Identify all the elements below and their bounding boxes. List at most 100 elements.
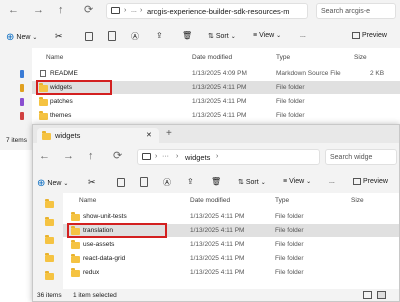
cut-icon[interactable]: ✂ [55,31,63,42]
chevron-right-icon: › [140,7,143,14]
address-bar[interactable]: › ... › arcgis-experience-builder-sdk-re… [106,3,308,19]
more-options-button[interactable]: ... [300,32,306,39]
highlight-box [36,80,112,95]
column-date[interactable]: Date modified [192,54,232,61]
item-type: File folder [275,213,304,220]
list-item[interactable]: show-unit-tests 1/13/2025 4:11 PM File f… [63,210,399,223]
markdown-file-icon [40,70,46,77]
paste-icon[interactable] [140,177,148,187]
status-item-count: 7 items [6,137,27,144]
rename-icon[interactable]: Ⓐ [131,31,139,42]
address-overflow[interactable]: ··· [162,153,169,160]
sort-label: Sort [215,32,229,40]
folder-icon[interactable] [45,217,54,226]
item-name: use-assets [83,241,115,248]
search-placeholder: Search widge [330,154,373,161]
column-size[interactable]: Size [354,54,367,61]
chevron-right-icon: › [176,153,179,160]
chevron-down-icon: ⌄ [260,179,266,186]
chevron-down-icon: ⌄ [306,179,312,185]
forward-button[interactable]: → [63,151,74,162]
column-date[interactable]: Date modified [190,197,230,204]
new-tab-button[interactable]: + [166,128,172,139]
up-button[interactable]: ↑ [88,151,94,162]
close-icon[interactable]: ✕ [146,131,152,139]
sidebar-icon[interactable] [20,98,24,106]
list-item[interactable]: use-assets 1/13/2025 4:11 PM File folder [63,238,399,251]
status-item-count: 36 items [37,292,62,299]
share-icon[interactable]: ⇪ [187,177,194,186]
view-icon: ≡ [253,32,258,39]
list-item[interactable]: patches 1/13/2025 4:11 PM File folder [32,95,400,108]
folder-icon[interactable] [45,235,54,244]
address-overflow[interactable]: ... [131,7,137,14]
list-item[interactable]: redux 1/13/2025 4:11 PM File folder [63,266,399,279]
delete-icon[interactable]: 🗑 [182,31,192,40]
search-placeholder: Search arcgis-e [321,8,371,15]
item-date: 1/13/2025 4:11 PM [192,98,247,105]
search-input[interactable]: Search widge [325,149,397,165]
address-bar[interactable]: › ··· › widgets › [137,149,320,165]
column-name[interactable]: Name [46,54,63,61]
column-size[interactable]: Size [351,197,364,204]
folder-icon[interactable] [45,253,54,262]
share-icon[interactable]: ⇪ [156,31,163,40]
tiles-view-icon[interactable] [377,291,386,299]
sort-button[interactable]: ⇅ Sort ⌄ [238,178,266,187]
refresh-button[interactable]: ⟳ [113,151,122,162]
column-type[interactable]: Type [276,54,290,61]
column-type[interactable]: Type [275,197,289,204]
new-button[interactable]: ⊕ New ⌄ [37,178,68,189]
preview-button[interactable]: Preview [352,32,387,39]
back-button[interactable]: ← [39,151,50,162]
sidebar-icon[interactable] [20,112,24,120]
status-selection: 1 item selected [73,292,117,299]
more-options-button[interactable]: ... [329,178,335,185]
chevron-down-icon: ⌄ [230,33,236,40]
folder-icon [71,254,80,263]
list-item[interactable]: react-data-grid 1/13/2025 4:11 PM File f… [63,252,399,265]
chevron-right-icon: › [155,153,158,160]
item-type: File folder [276,112,305,119]
delete-icon[interactable]: 🗑 [211,177,221,186]
view-button[interactable]: ≡ View ⌄ [253,32,281,39]
back-button[interactable]: ← [8,5,19,16]
item-type: File folder [275,255,304,262]
view-button[interactable]: ≡ View ⌄ [283,178,311,185]
front-explorer-window: widgets ✕ + ← → ↑ ⟳ › ··· › widgets › Se… [32,124,400,302]
folder-icon[interactable] [45,199,54,208]
plus-icon: ⊕ [6,32,15,43]
details-view-icon[interactable] [363,291,372,299]
refresh-button[interactable]: ⟳ [84,5,93,16]
column-name[interactable]: Name [79,197,96,204]
list-item[interactable]: README 1/13/2025 4:09 PM Markdown Source… [32,67,400,80]
tab-widgets[interactable]: widgets ✕ [37,128,159,143]
item-name: patches [50,98,73,105]
up-button[interactable]: ↑ [58,5,64,16]
monitor-icon [111,7,120,14]
folder-icon [71,212,80,221]
folder-icon [71,268,80,277]
new-button[interactable]: ⊕ New ⌄ [6,32,37,43]
paste-icon[interactable] [108,31,116,41]
copy-icon[interactable] [117,178,125,187]
search-input[interactable]: Search arcgis-e [316,3,396,19]
folder-icon[interactable] [45,271,54,280]
chevron-right-icon: › [216,153,219,160]
sort-button[interactable]: ⇅ Sort ⌄ [208,32,236,41]
sidebar-icon[interactable] [20,70,24,78]
rename-icon[interactable]: Ⓐ [163,177,171,188]
preview-label: Preview [363,178,388,185]
list-item[interactable]: themes 1/13/2025 4:11 PM File folder [32,109,400,122]
cut-icon[interactable]: ✂ [88,177,96,188]
preview-icon [353,178,361,185]
item-date: 1/13/2025 4:09 PM [192,70,247,77]
item-name: redux [83,269,100,276]
folder-icon [39,97,48,106]
copy-icon[interactable] [85,32,93,41]
forward-button[interactable]: → [33,5,44,16]
item-name: themes [50,112,72,119]
preview-button[interactable]: Preview [353,178,388,185]
folder-icon [39,111,48,120]
sidebar-icon[interactable] [20,84,24,92]
